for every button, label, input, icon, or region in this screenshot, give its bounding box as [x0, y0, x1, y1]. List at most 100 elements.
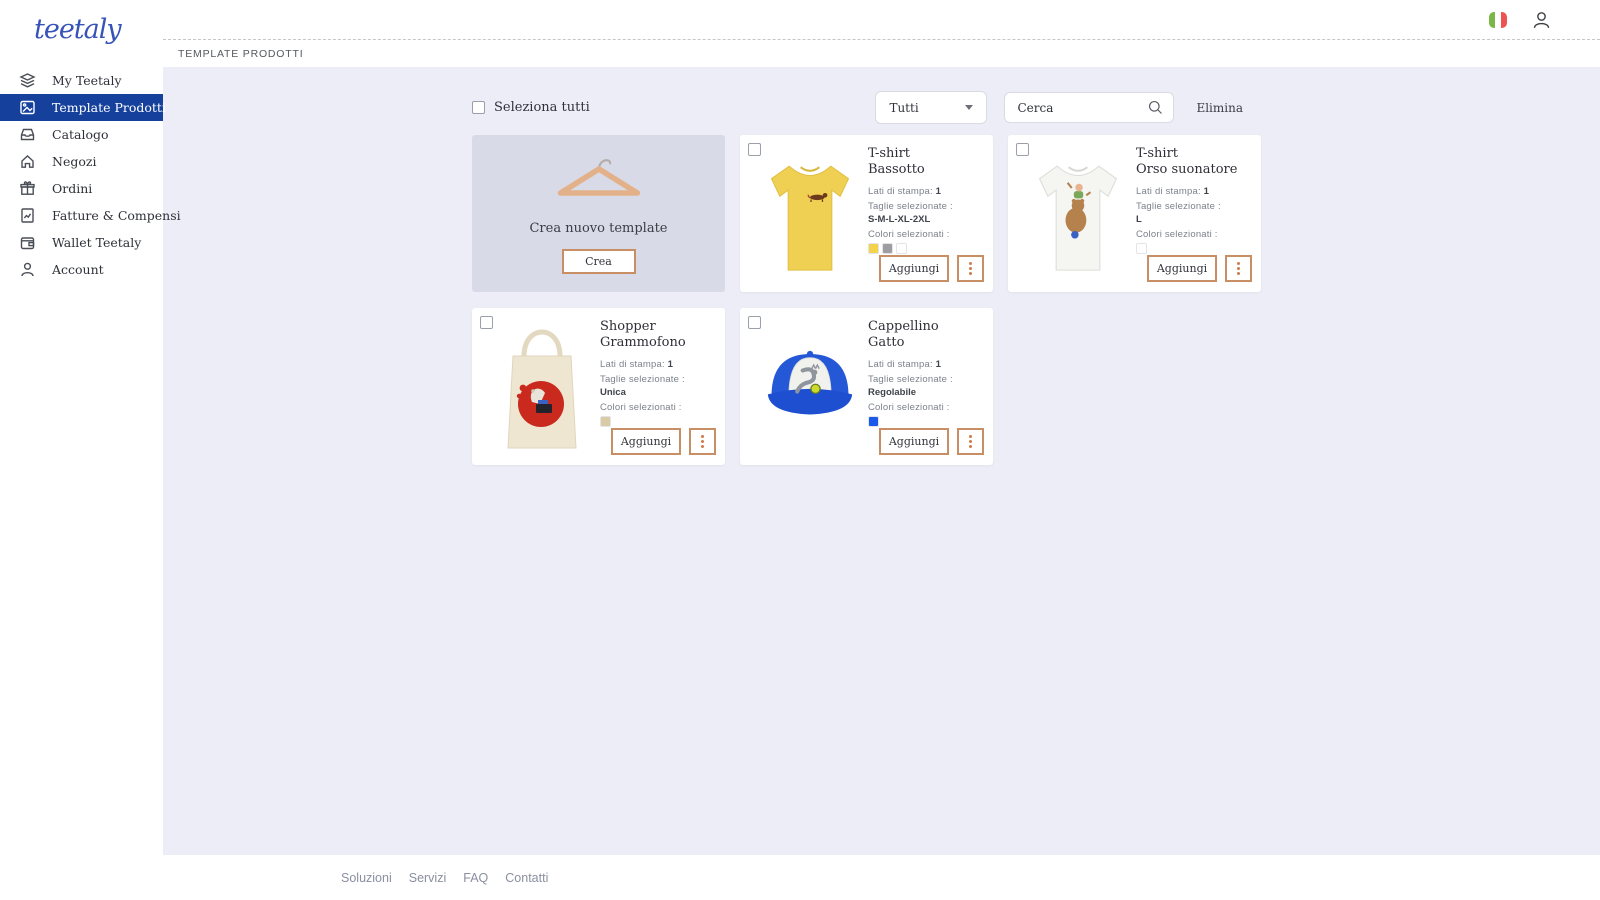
page: teetaly My Teetaly Template Prodotti Cat…	[0, 0, 1600, 900]
product-card-tshirt-orso: T-shirt Orso suonatore Lati di stampa: 1…	[1008, 135, 1261, 292]
breadcrumb: TEMPLATE PRODOTTI	[178, 47, 304, 60]
kebab-menu-button[interactable]	[957, 255, 984, 282]
kebab-menu-button[interactable]	[689, 428, 716, 455]
main-column: TEMPLATE PRODOTTI Seleziona tutti Tutti	[163, 0, 1600, 900]
sidebar-item-label: Wallet Teetaly	[52, 235, 142, 250]
search-box	[1004, 92, 1175, 123]
product-title: Cappellino Gatto	[868, 319, 939, 351]
product-image-tote-bag	[486, 316, 598, 458]
color-swatches	[600, 415, 717, 427]
select-all-label: Seleziona tutti	[494, 100, 590, 115]
filter-dropdown[interactable]: Tutti	[875, 91, 988, 124]
product-title: T-shirt Orso suonatore	[1136, 146, 1238, 178]
product-image-yellow-tshirt	[754, 143, 866, 285]
account-avatar-icon[interactable]	[1531, 9, 1552, 31]
print-sides: Lati di stampa: 1	[868, 185, 942, 197]
sidebar-item-label: My Teetaly	[52, 73, 122, 88]
filter-bar: Seleziona tutti Tutti Elimina	[472, 91, 1262, 124]
add-button[interactable]: Aggiungi	[879, 255, 949, 282]
product-title: Shopper Grammofono	[600, 319, 686, 351]
image-icon	[20, 100, 35, 115]
sizes-value: Unica	[600, 386, 626, 398]
filter-controls: Tutti Elimina	[875, 91, 1262, 124]
main-content: Seleziona tutti Tutti Elimina	[163, 67, 1600, 855]
person-icon	[21, 262, 34, 277]
gift-icon	[20, 181, 35, 195]
select-all: Seleziona tutti	[472, 100, 590, 115]
layers-icon	[19, 73, 36, 88]
product-image-white-tshirt	[1022, 143, 1134, 285]
colors-label: Colori selezionati :	[1136, 228, 1218, 240]
footer-link-contatti[interactable]: Contatti	[505, 871, 548, 885]
print-sides: Lati di stampa: 1	[600, 358, 674, 370]
sizes-label: Taglie selezionate :	[1136, 200, 1221, 212]
sizes-value: L	[1136, 213, 1142, 225]
color-swatches	[868, 242, 985, 254]
product-card-cappellino-gatto: Cappellino Gatto Lati di stampa: 1 Tagli…	[740, 308, 993, 465]
color-swatch	[1136, 242, 1147, 254]
sidebar-item-fatture-compensi[interactable]: Fatture & Compensi	[0, 202, 181, 229]
inbox-icon	[20, 128, 35, 141]
footer-link-soluzioni[interactable]: Soluzioni	[341, 871, 392, 885]
product-card-shopper-grammofono: Shopper Grammofono Lati di stampa: 1 Tag…	[472, 308, 725, 465]
print-sides: Lati di stampa: 1	[1136, 185, 1210, 197]
sidebar-item-label: Catalogo	[52, 127, 109, 142]
sidebar-item-label: Negozi	[52, 154, 97, 169]
add-button[interactable]: Aggiungi	[879, 428, 949, 455]
add-button[interactable]: Aggiungi	[611, 428, 681, 455]
kebab-menu-button[interactable]	[1225, 255, 1252, 282]
topbar	[163, 0, 1600, 40]
brand-logo[interactable]: teetaly	[0, 0, 163, 45]
color-swatch	[868, 415, 879, 427]
color-swatch	[868, 242, 879, 254]
color-swatches	[1136, 242, 1253, 254]
color-swatch	[896, 242, 907, 254]
product-card-tshirt-bassotto: T-shirt Bassotto Lati di stampa: 1 Tagli…	[740, 135, 993, 292]
hanger-icon	[557, 159, 640, 196]
color-swatches	[868, 415, 985, 427]
select-all-checkbox[interactable]	[472, 101, 485, 114]
chevron-down-icon	[965, 105, 974, 110]
product-image-cap	[754, 316, 866, 458]
color-swatch	[882, 242, 893, 254]
sizes-label: Taglie selezionate :	[868, 200, 953, 212]
sidebar-nav: My Teetaly Template Prodotti Catalogo Ne…	[0, 67, 181, 283]
breadcrumb-bar: TEMPLATE PRODOTTI	[163, 40, 1600, 67]
create-card-title: Crea nuovo template	[529, 221, 668, 236]
footer-link-faq[interactable]: FAQ	[463, 871, 488, 885]
kebab-menu-button[interactable]	[957, 428, 984, 455]
create-template-button[interactable]: Crea	[561, 249, 636, 274]
sizes-value: S-M-L-XL-2XL	[868, 213, 931, 225]
create-template-card: Crea nuovo template Crea	[472, 135, 725, 292]
filter-dropdown-value: Tutti	[889, 100, 919, 115]
language-flag-italy-icon[interactable]	[1489, 11, 1507, 28]
search-icon	[1149, 100, 1163, 114]
home-icon	[21, 155, 34, 168]
product-title: T-shirt Bassotto	[868, 146, 925, 178]
add-button[interactable]: Aggiungi	[1147, 255, 1217, 282]
colors-label: Colori selezionati :	[600, 401, 682, 413]
sidebar-item-label: Template Prodotti	[52, 100, 166, 115]
sizes-label: Taglie selezionate :	[600, 373, 685, 385]
sidebar-item-my-teetaly[interactable]: My Teetaly	[0, 67, 163, 94]
sidebar-item-ordini[interactable]: Ordini	[0, 175, 163, 202]
colors-label: Colori selezionati :	[868, 401, 950, 413]
sizes-label: Taglie selezionate :	[868, 373, 953, 385]
sidebar-item-account[interactable]: Account	[0, 256, 163, 283]
search-input[interactable]	[1017, 100, 1148, 115]
delete-link[interactable]: Elimina	[1196, 101, 1243, 115]
sizes-value: Regolabile	[868, 386, 917, 398]
footer-link-servizi[interactable]: Servizi	[409, 871, 447, 885]
template-grid: Crea nuovo template Crea T-shirt Bassott…	[472, 135, 1262, 465]
sidebar-item-label: Fatture & Compensi	[52, 208, 181, 223]
colors-label: Colori selezionati :	[868, 228, 950, 240]
sidebar-item-wallet-teetaly[interactable]: Wallet Teetaly	[0, 229, 163, 256]
sidebar-item-label: Ordini	[52, 181, 93, 196]
footer: Soluzioni Servizi FAQ Contatti	[163, 855, 1600, 900]
print-sides: Lati di stampa: 1	[868, 358, 942, 370]
sidebar-item-negozi[interactable]: Negozi	[0, 148, 163, 175]
invoice-icon	[21, 208, 34, 223]
sidebar-item-catalogo[interactable]: Catalogo	[0, 121, 163, 148]
sidebar-item-template-prodotti[interactable]: Template Prodotti	[0, 94, 166, 121]
color-swatch	[600, 415, 611, 427]
